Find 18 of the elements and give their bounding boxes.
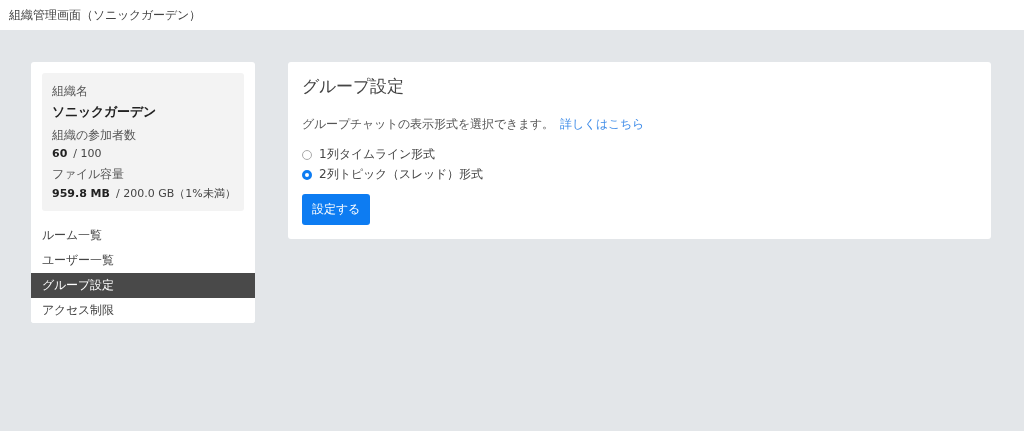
- submit-button[interactable]: 設定する: [302, 194, 370, 225]
- storage-label: ファイル容量: [52, 166, 125, 183]
- page-title: 組織管理画面（ソニックガーデン）: [9, 6, 201, 24]
- details-link[interactable]: 詳しくはこちら: [560, 116, 644, 133]
- option-label: 2列トピック（スレッド）形式: [319, 166, 483, 183]
- org-name: ソニックガーデン: [52, 103, 157, 121]
- org-name-label: 組織名: [52, 83, 89, 100]
- members-limit: / 100: [73, 147, 102, 160]
- sidebar-item[interactable]: グループ設定: [31, 273, 255, 298]
- storage-limit: / 200.0 GB（1%未満）: [115, 186, 236, 201]
- storage-used: 959.8 MB: [52, 187, 110, 200]
- radio-button[interactable]: [302, 169, 312, 180]
- option-label: 1列タイムライン形式: [319, 146, 435, 163]
- members-label: 組織の参加者数: [52, 127, 137, 144]
- members-count: 60: [52, 147, 68, 160]
- panel-title: グループ設定: [302, 75, 404, 98]
- description: グループチャットの表示形式を選択できます。: [302, 116, 554, 133]
- radio-button[interactable]: [302, 149, 312, 160]
